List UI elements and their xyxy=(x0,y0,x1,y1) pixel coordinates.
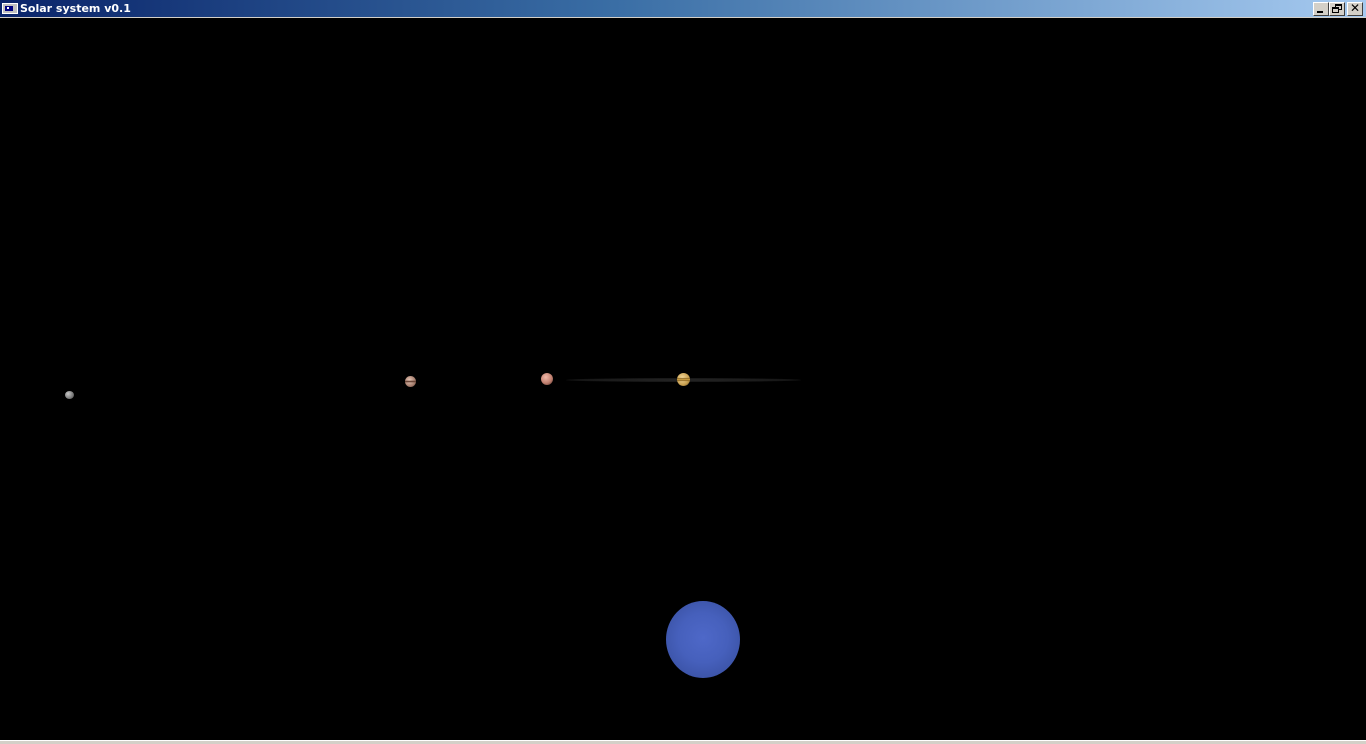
app-icon[interactable] xyxy=(2,3,18,14)
close-icon: ✕ xyxy=(1349,1,1361,15)
minimize-icon xyxy=(1317,11,1323,13)
title-bar[interactable]: Solar system v0.1 ✕ xyxy=(0,0,1366,18)
close-button[interactable]: ✕ xyxy=(1347,1,1363,16)
window-title: Solar system v0.1 xyxy=(20,2,131,15)
banded-planet xyxy=(405,376,416,387)
restore-icon-back xyxy=(1332,7,1339,13)
window-bottom-border xyxy=(0,740,1366,744)
render-viewport[interactable] xyxy=(0,19,1366,740)
grey-planet xyxy=(65,391,74,399)
red-planet xyxy=(541,373,553,385)
ringed-planet xyxy=(677,373,690,386)
minimize-button[interactable] xyxy=(1313,2,1329,16)
restore-button[interactable] xyxy=(1329,2,1345,16)
app-window: Solar system v0.1 ✕ xyxy=(0,0,1366,744)
blue-planet xyxy=(666,601,740,678)
